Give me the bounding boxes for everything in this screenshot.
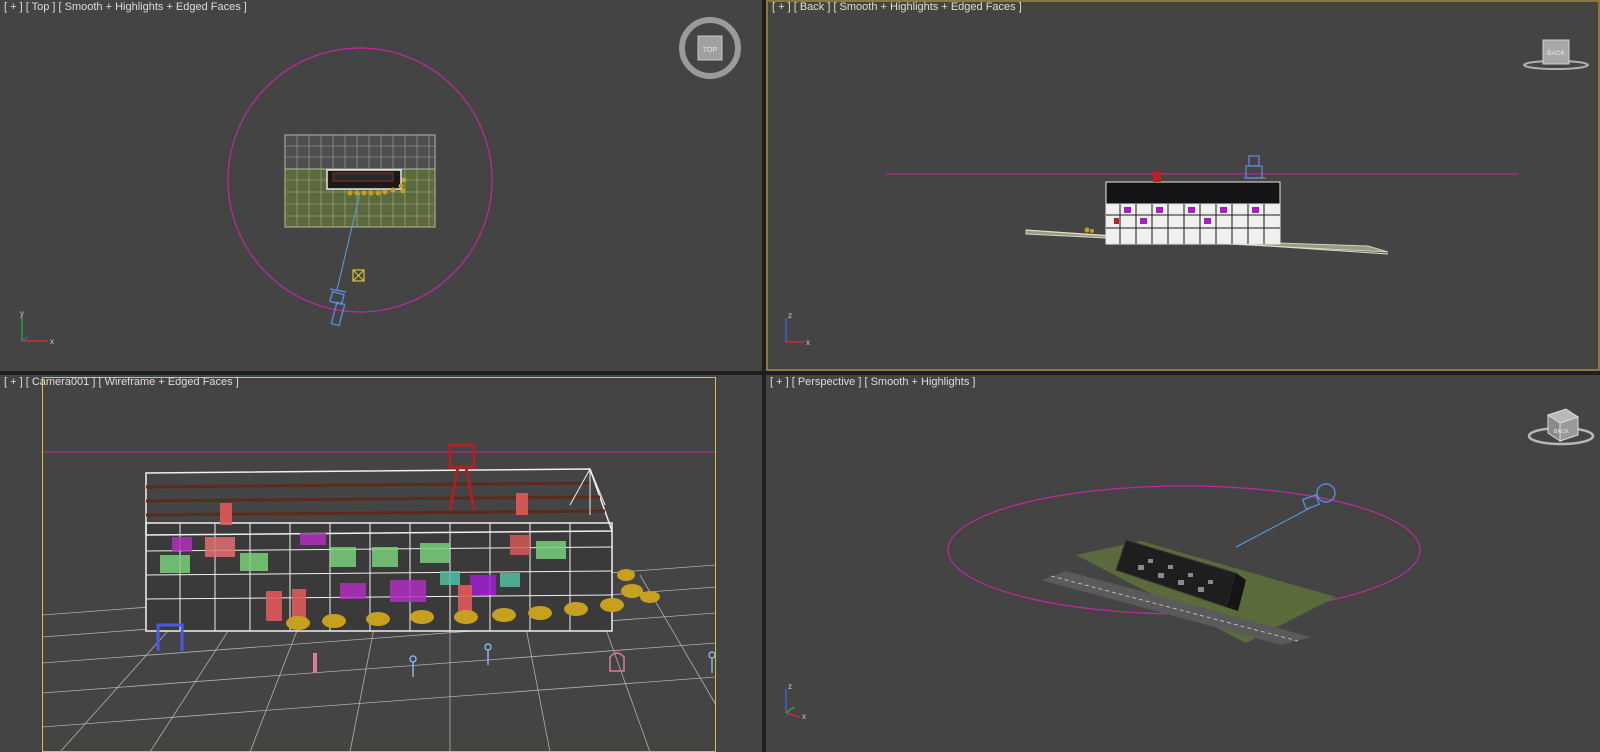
building-back	[1105, 172, 1281, 245]
viewport-perspective-label[interactable]: [ + ] [ Perspective ] [ Smooth + Highlig…	[770, 376, 975, 388]
camera-view-scene	[41, 443, 717, 752]
building-wireframe	[145, 443, 614, 632]
light-object	[352, 269, 365, 282]
axis-tripod-top: y x	[16, 309, 56, 352]
navcube-top[interactable]: TOP	[677, 17, 743, 88]
svg-text:z: z	[788, 311, 792, 320]
figures	[313, 643, 716, 677]
viewport-back-label[interactable]: [ + ] [ Back ] [ Smooth + Highlights + E…	[772, 2, 1022, 13]
viewport-top-label[interactable]: [ + ] [ Top ] [ Smooth + Highlights + Ed…	[4, 1, 247, 13]
viewport-top[interactable]: [ + ] [ Top ] [ Smooth + Highlights + Ed…	[0, 0, 762, 371]
back-view-scene	[886, 155, 1518, 255]
svg-text:y: y	[20, 311, 24, 318]
camera-object	[329, 288, 347, 327]
svg-text:x: x	[802, 712, 806, 721]
axis-tripod-back: z x	[778, 310, 818, 355]
navcube-top-label: TOP	[703, 47, 718, 54]
camera-target-line-persp	[1235, 506, 1313, 548]
svg-text:z: z	[788, 682, 792, 691]
top-view-scene	[227, 47, 493, 327]
svg-text:x: x	[806, 338, 810, 347]
svg-text:x: x	[50, 337, 54, 346]
navcube-back[interactable]: BACK	[1521, 34, 1591, 79]
navcube-persp-label: BACK	[1554, 429, 1569, 435]
viewport-back[interactable]: [ + ] [ Back ] [ Smooth + Highlights + E…	[766, 0, 1600, 371]
viewport-perspective[interactable]: [ + ] [ Perspective ] [ Smooth + Highlig…	[766, 375, 1600, 752]
viewport-camera-label[interactable]: [ + ] [ Camera001 ] [ Wireframe + Edged …	[4, 376, 239, 388]
camera-object-back	[1244, 155, 1266, 179]
navcube-back-label: BACK	[1547, 50, 1565, 57]
chimney	[448, 443, 476, 511]
axis-tripod-perspective: z x	[776, 681, 816, 726]
perspective-view-scene	[947, 483, 1421, 645]
navcube-perspective[interactable]: BACK	[1526, 401, 1596, 456]
viewport-camera[interactable]: [ + ] [ Camera001 ] [ Wireframe + Edged …	[0, 375, 762, 752]
foliage-back	[1084, 227, 1094, 233]
camera-object-persp	[1301, 483, 1336, 510]
